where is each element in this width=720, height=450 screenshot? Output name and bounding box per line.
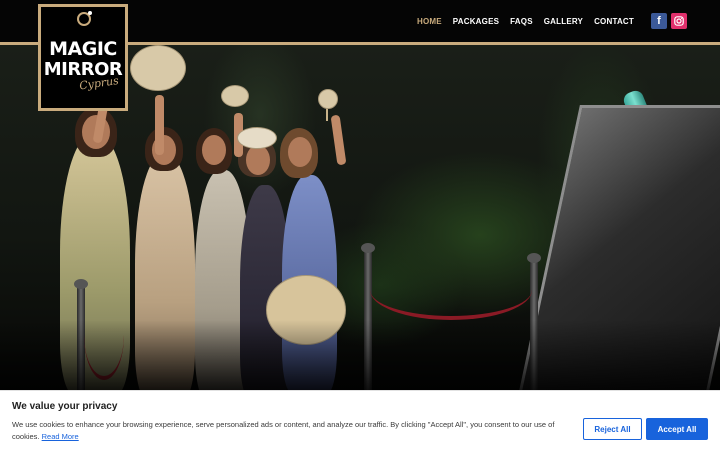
nav-faqs[interactable]: FAQS: [510, 17, 533, 26]
cookie-description: We use cookies to enhance your browsing …: [12, 419, 562, 443]
hand-fan-prop: [221, 85, 249, 107]
arm: [330, 114, 347, 166]
arm: [155, 95, 164, 155]
main-nav: HOME PACKAGES FAQS GALLERY CONTACT: [417, 17, 634, 26]
magnifier-prop: [318, 89, 338, 109]
logo-ring-icon: [77, 11, 92, 26]
person-5-face: [288, 137, 312, 167]
stanchion-top: [361, 243, 375, 253]
cookie-title: We value your privacy: [12, 401, 118, 412]
reject-all-button[interactable]: Reject All: [583, 418, 642, 440]
logo-line-1: MAGIC: [49, 38, 117, 60]
person-4-face: [246, 145, 270, 175]
velvet-rope: [370, 260, 532, 320]
instagram-glyph-icon: [674, 16, 684, 26]
nav-contact[interactable]: CONTACT: [594, 17, 634, 26]
person-3-face: [202, 135, 226, 165]
cookie-text: We use cookies to enhance your browsing …: [12, 420, 555, 441]
nav-packages[interactable]: PACKAGES: [453, 17, 499, 26]
hero-bottom-fade: [0, 320, 720, 390]
site-logo[interactable]: MAGIC MIRROR Cyprus: [38, 4, 128, 111]
stanchion-top: [74, 279, 88, 289]
read-more-link[interactable]: Read More: [42, 432, 79, 441]
nav-home[interactable]: HOME: [417, 17, 442, 26]
facebook-icon[interactable]: f: [651, 13, 667, 29]
hand-fan-prop: [130, 45, 186, 91]
hat-prop: [237, 127, 277, 149]
nav-gallery[interactable]: GALLERY: [544, 17, 583, 26]
instagram-icon[interactable]: [671, 13, 687, 29]
accept-all-button[interactable]: Accept All: [646, 418, 708, 440]
